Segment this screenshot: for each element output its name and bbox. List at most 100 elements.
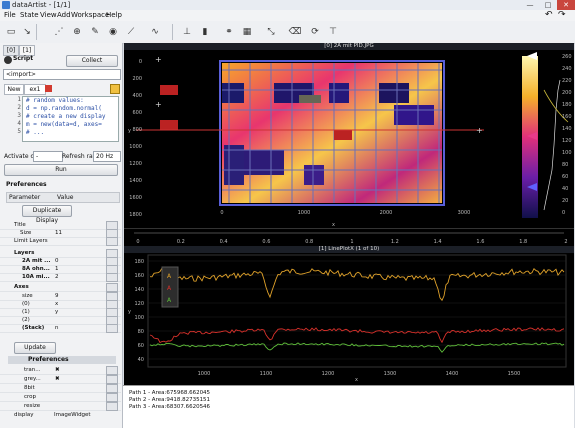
image-y-label: y [128,128,131,134]
line-tool-icon[interactable]: ⋰ [52,25,66,39]
menu-help[interactable]: Help [106,10,122,21]
menu-file[interactable]: File [4,10,16,21]
pref-row[interactable]: 10A mi... 2 [0,273,121,282]
colorbar-tick-label: 40 [562,186,568,192]
crosshair-marker[interactable]: + [155,100,162,109]
collect-button[interactable]: Collect [66,55,118,67]
pref2-row[interactable]: 8bit [0,384,121,393]
crosshair-marker[interactable]: + [476,126,483,135]
script-editor[interactable]: # random values: d = np.random.normal( #… [22,96,119,142]
pref2-row-button[interactable] [106,375,118,384]
x-tick-label: 1400 [446,371,459,377]
pen-icon[interactable]: ✎ [88,25,102,39]
crosshair-icon[interactable]: ⊕ [70,25,84,39]
refresh-combo[interactable]: 20 Hz [93,151,121,162]
roi-label-1[interactable] [160,85,178,95]
pref2-value: ✖ [55,376,60,382]
pref2-label: crop [24,394,37,400]
colorbar-tick-label: 20 [562,198,568,204]
pref-label: Title [14,222,26,228]
levels-icon[interactable]: ⊥ [180,25,194,39]
undo-icon[interactable]: ↶ [545,10,553,21]
y-tick-label: 200 [132,76,142,82]
activate-combo[interactable]: - [33,151,63,162]
line-x-label: x [355,377,358,383]
pref-label: 2A mit ... [22,258,51,264]
pref-value: 1 [55,266,59,272]
code-line: d = np.random.normal( [26,105,102,112]
pref-row[interactable]: (Stack) n [0,324,121,333]
colorbar-tick-label: 220 [562,78,572,84]
pref-row-button[interactable] [106,324,118,333]
pref2-row-button[interactable] [106,402,118,411]
brush-icon[interactable]: ⟋ [124,25,138,39]
roi-label-3[interactable] [334,130,352,140]
pref2-row-button[interactable] [106,366,118,375]
minimize-button[interactable]: — [521,0,539,10]
line-plot-area[interactable]: 180 160 140 120 100 80 60 40 1000 1100 1200 1300 14… [124,253,574,385]
split-icon[interactable]: ⊤ [326,25,340,39]
colorbar-icon[interactable]: ▮ [198,25,212,39]
pref2-row[interactable]: resize [0,402,121,411]
ellipse-tool-icon[interactable]: ◉ [106,25,120,39]
crosshair-marker[interactable]: + [155,55,162,64]
zoom-fit-icon[interactable]: ⤡ [264,25,278,39]
script-radio[interactable] [4,56,12,64]
update-button[interactable]: Update [14,342,56,354]
frame-slider[interactable]: 0 0.2 0.4 0.6 0.8 1 1.2 1.4 1.6 1.8 2 [124,228,574,247]
import-combo[interactable]: <import> [3,69,121,80]
pref2-row[interactable]: tran... ✖ [0,366,121,375]
duplicate-display-button[interactable]: Duplicate Display [22,205,72,224]
colorbar-tick-label: 100 [562,150,572,156]
prefs2-header: Preferences [8,356,116,364]
y-tick-label: 600 [132,110,142,116]
image-plot-area[interactable]: + + + 0 200 400 600 800 1000 1200 1400 1600 1800 … [124,50,574,228]
run-button[interactable]: Run [4,164,118,176]
series-1-line [149,266,565,302]
redo-icon[interactable]: ↷ [558,10,566,21]
drag-handle[interactable] [299,95,321,103]
curve-tool-icon[interactable]: ∿ [148,25,162,39]
close-script-icon[interactable] [45,85,52,92]
pref-value: 2 [55,274,59,280]
roi-label-2[interactable] [160,120,178,130]
y-tick-label: 0 [139,59,142,65]
y-tick-label: 1000 [129,144,142,150]
y-tick-label: 100 [134,315,144,321]
script-tab-new[interactable]: New [4,84,24,95]
pref-row-button[interactable] [106,283,118,292]
pref2-row[interactable]: grey... ✖ [0,375,121,384]
colorbar-tick-label: 260 [562,54,572,60]
slider-tick-label: 1 [350,239,353,245]
pref2-row-button[interactable] [106,384,118,393]
menu-view[interactable]: View [40,10,57,21]
import-icon[interactable]: ↘ [20,25,34,39]
x-tick-label: 3000 [458,210,471,216]
menu-add[interactable]: Add [57,10,71,21]
new-display-icon[interactable]: ▭ [4,25,18,39]
pref-value: n [55,325,59,331]
script-menu-icon[interactable] [110,84,120,94]
maximize-button[interactable]: □ [539,0,557,10]
line-grid [148,260,566,360]
y-tick-label: 1400 [129,178,142,184]
close-button[interactable]: ✕ [557,0,575,10]
pref-row[interactable]: Limit Layers [0,237,121,246]
pref-row-button[interactable] [106,237,118,246]
slider-svg: 0 0.2 0.4 0.6 0.8 1 1.2 1.4 1.6 1.8 2 [134,232,568,245]
y-tick-label: 80 [138,329,144,335]
console-output[interactable]: Path 1 - Area:675968.662045 Path 2 - Are… [123,385,574,428]
pref2-value: ✖ [55,367,60,373]
pref-row[interactable]: Axes [0,283,121,292]
pref-row-button[interactable] [106,273,118,282]
pref2-row-button[interactable] [106,393,118,402]
grid-icon[interactable]: ▦ [240,25,254,39]
eraser-icon[interactable]: ⌫ [288,25,302,39]
rotate-icon[interactable]: ⟳ [308,25,322,39]
link-icon[interactable]: ⚭ [222,25,236,39]
pref2-row[interactable]: crop [0,393,121,402]
script-tab-ex1[interactable]: ex1 [24,84,46,95]
menu-workspace[interactable]: Workspace [71,10,109,21]
slider-tick-label: 2 [564,239,567,245]
menu-state[interactable]: State [20,10,39,21]
